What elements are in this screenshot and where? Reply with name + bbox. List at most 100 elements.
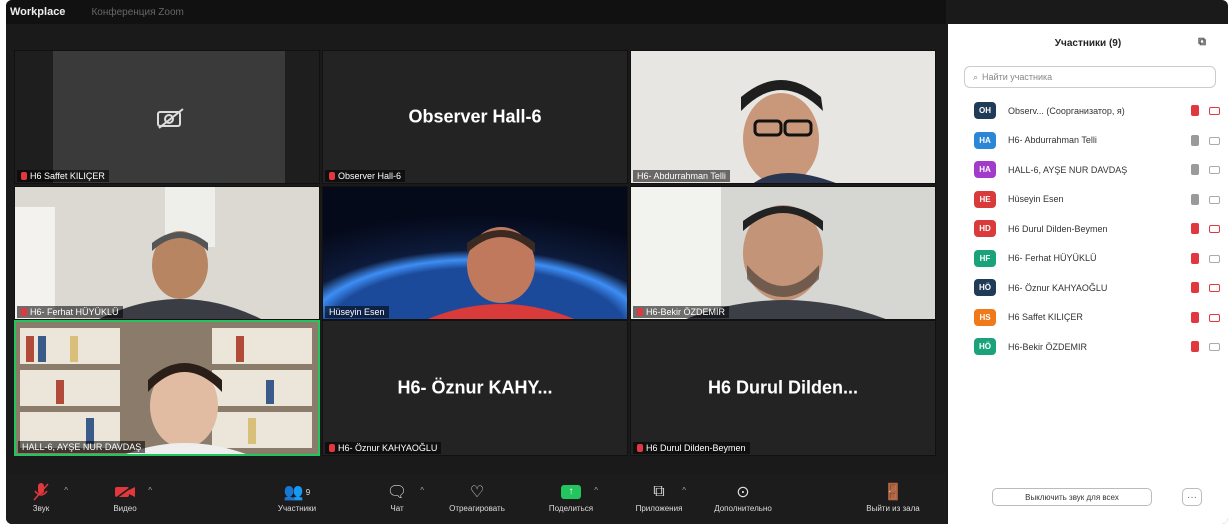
muted-mic-icon bbox=[637, 308, 643, 316]
participant-name: Hüseyin Esen bbox=[1008, 194, 1064, 205]
participant-row[interactable]: HA HALL-6, AYŞE NUR DAVDAŞ bbox=[948, 155, 1228, 185]
participant-status-icons bbox=[1191, 105, 1220, 116]
camera-off-icon bbox=[157, 108, 184, 129]
muted-mic-icon bbox=[21, 172, 27, 180]
muted-mic-icon bbox=[21, 308, 27, 316]
participant-row[interactable]: HS H6 Saffet KILIÇER bbox=[948, 303, 1228, 333]
more-icon: ⊙ bbox=[736, 484, 750, 501]
participant-row[interactable]: HE Hüseyin Esen bbox=[948, 185, 1228, 215]
video-tile-saffet[interactable]: H6 Saffet KILIÇER bbox=[14, 50, 320, 184]
tile-name-label: Observer Hall-6 bbox=[325, 170, 406, 182]
video-tile-durul[interactable]: H6 Durul Dilden... H6 Durul Dilden-Beyme… bbox=[630, 320, 936, 456]
tile-name-label: H6 Durul Dilden-Beymen bbox=[633, 442, 750, 454]
chat-label: Чат bbox=[390, 504, 404, 513]
video-icon bbox=[1209, 136, 1220, 145]
mute-all-button[interactable]: Выключить звук для всех bbox=[992, 488, 1152, 506]
participant-row[interactable]: HD H6 Durul Dilden-Beymen bbox=[948, 214, 1228, 244]
video-tile-ayse[interactable]: HALL-6, AYŞE NUR DAVDAŞ bbox=[14, 320, 320, 456]
participant-status-icons bbox=[1191, 223, 1220, 234]
video-tile-observer[interactable]: Observer Hall-6 Observer Hall-6 bbox=[322, 50, 628, 184]
chevron-up-icon[interactable]: ^ bbox=[682, 486, 686, 495]
tile-name-label: Hüseyin Esen bbox=[325, 306, 389, 318]
participant-video-bekir bbox=[631, 187, 935, 319]
mic-icon bbox=[1191, 134, 1199, 146]
chevron-up-icon[interactable]: ^ bbox=[420, 486, 424, 495]
muted-mic-icon bbox=[1191, 341, 1199, 352]
tile-display-name: Observer Hall-6 bbox=[408, 106, 542, 127]
participants-button[interactable]: 👥 9 Участники bbox=[252, 480, 342, 513]
meeting-toolbar: Звук ^ Видео ^ 👥 9 Участники 🗨 Чат ^ ♡ От… bbox=[6, 474, 946, 524]
participant-row[interactable]: HÖ H6-Bekir ÖZDEMIR bbox=[948, 332, 1228, 362]
participant-video-ferhat bbox=[15, 187, 319, 319]
more-label: Дополнительно bbox=[714, 504, 772, 513]
participant-status-icons bbox=[1191, 311, 1220, 323]
participant-row[interactable]: OH Observ... (Соорганизатор, я) bbox=[948, 96, 1228, 126]
participant-status-icons bbox=[1191, 282, 1220, 293]
video-icon bbox=[1209, 254, 1220, 263]
tile-name-label: HALL-6, AYŞE NUR DAVDAŞ bbox=[18, 441, 146, 453]
participant-status-icons bbox=[1191, 134, 1220, 146]
participant-video-ayse bbox=[16, 322, 318, 454]
muted-mic-icon bbox=[329, 172, 335, 180]
avatar: HÖ bbox=[974, 279, 996, 297]
more-button[interactable]: ⊙ Дополнительно bbox=[698, 480, 788, 513]
participant-name: H6- Öznur KAHYAOĞLU bbox=[1008, 282, 1108, 293]
participant-list: OH Observ... (Соорганизатор, я) HA H6- Abdu… bbox=[948, 96, 1228, 362]
avatar: HD bbox=[974, 220, 996, 238]
muted-mic-icon bbox=[1191, 252, 1199, 264]
video-off-icon bbox=[1209, 107, 1220, 115]
audio-button[interactable]: Звук ^ bbox=[6, 480, 86, 513]
tile-name-label: H6 Saffet KILIÇER bbox=[17, 170, 109, 182]
zoom-window: Workplace Конференция Zoom H6 Saffet KIL… bbox=[6, 0, 1228, 524]
chevron-up-icon[interactable]: ^ bbox=[148, 486, 152, 495]
video-button[interactable]: Видео ^ bbox=[80, 480, 170, 513]
video-tile-huseyin[interactable]: Hüseyin Esen bbox=[322, 186, 628, 320]
video-tile-bekir[interactable]: H6-Bekir ÖZDEMIR bbox=[630, 186, 936, 320]
panel-title: Участники (9) bbox=[1054, 37, 1122, 49]
participants-label: Участники bbox=[277, 504, 317, 513]
participant-name: Observ... (Соорганизатор, я) bbox=[1008, 105, 1125, 116]
video-tile-abdurrahman[interactable]: H6- Abdurrahman Telli bbox=[630, 50, 936, 184]
chevron-up-icon[interactable]: ^ bbox=[594, 486, 598, 495]
share-button[interactable]: ↑ Поделиться ^ bbox=[526, 480, 616, 513]
participant-row[interactable]: HA H6- Abdurrahman Telli bbox=[948, 126, 1228, 156]
search-icon: ⌕ bbox=[973, 71, 979, 82]
chevron-up-icon[interactable]: ^ bbox=[64, 486, 68, 495]
participant-name: H6- Abdurrahman Telli bbox=[1008, 135, 1097, 146]
participant-video-huseyin bbox=[323, 187, 627, 319]
participant-search-input[interactable]: ⌕ Найти участника bbox=[964, 66, 1216, 88]
search-placeholder: Найти участника bbox=[982, 72, 1053, 82]
video-tile-ferhat[interactable]: H6- Ferhat HÜYÜKLÜ bbox=[14, 186, 320, 320]
tile-display-name: H6- Öznur KAHY... bbox=[397, 377, 553, 398]
panel-more-button[interactable]: ··· bbox=[1182, 488, 1202, 506]
video-off-icon bbox=[1209, 313, 1220, 322]
muted-mic-icon bbox=[1191, 311, 1199, 323]
video-off-icon bbox=[80, 480, 170, 504]
video-icon bbox=[1209, 195, 1220, 204]
heart-icon: ♡ bbox=[469, 484, 485, 501]
muted-mic-icon bbox=[6, 480, 86, 504]
muted-mic-icon bbox=[1191, 282, 1199, 293]
avatar: HÖ bbox=[974, 338, 996, 356]
apps-button[interactable]: ⧉ Приложения ^ bbox=[614, 480, 704, 513]
audio-label: Звук bbox=[32, 504, 50, 513]
leave-room-button[interactable]: 🚪 Выйти из зала bbox=[848, 480, 938, 513]
tile-display-name: H6 Durul Dilden... bbox=[707, 377, 858, 398]
video-tile-oznur[interactable]: H6- Öznur KAHY... H6- Öznur KAHYAOĞLU bbox=[322, 320, 628, 456]
react-button[interactable]: ♡ Отреагировать bbox=[432, 480, 522, 513]
participants-icon: 👥 9 bbox=[283, 484, 311, 501]
participants-count: 9 bbox=[305, 487, 311, 497]
apps-icon: ⧉ bbox=[653, 483, 665, 500]
participant-row[interactable]: HF H6- Ferhat HÜYÜKLÜ bbox=[948, 244, 1228, 274]
chat-button[interactable]: 🗨 Чат ^ bbox=[352, 480, 442, 513]
popout-icon[interactable]: ⧉ bbox=[1198, 36, 1206, 49]
avatar: HA bbox=[974, 131, 996, 149]
mic-icon bbox=[1191, 193, 1199, 205]
participant-name: H6- Ferhat HÜYÜKLÜ bbox=[1008, 253, 1097, 264]
participant-row[interactable]: HÖ H6- Öznur KAHYAOĞLU bbox=[948, 273, 1228, 303]
muted-mic-icon bbox=[1191, 105, 1199, 116]
apps-label: Приложения bbox=[635, 504, 683, 513]
meeting-title: Конференция Zoom bbox=[91, 6, 184, 18]
tile-name-label: H6-Bekir ÖZDEMIR bbox=[633, 306, 730, 318]
participant-name: H6 Saffet KILIÇER bbox=[1008, 312, 1083, 323]
